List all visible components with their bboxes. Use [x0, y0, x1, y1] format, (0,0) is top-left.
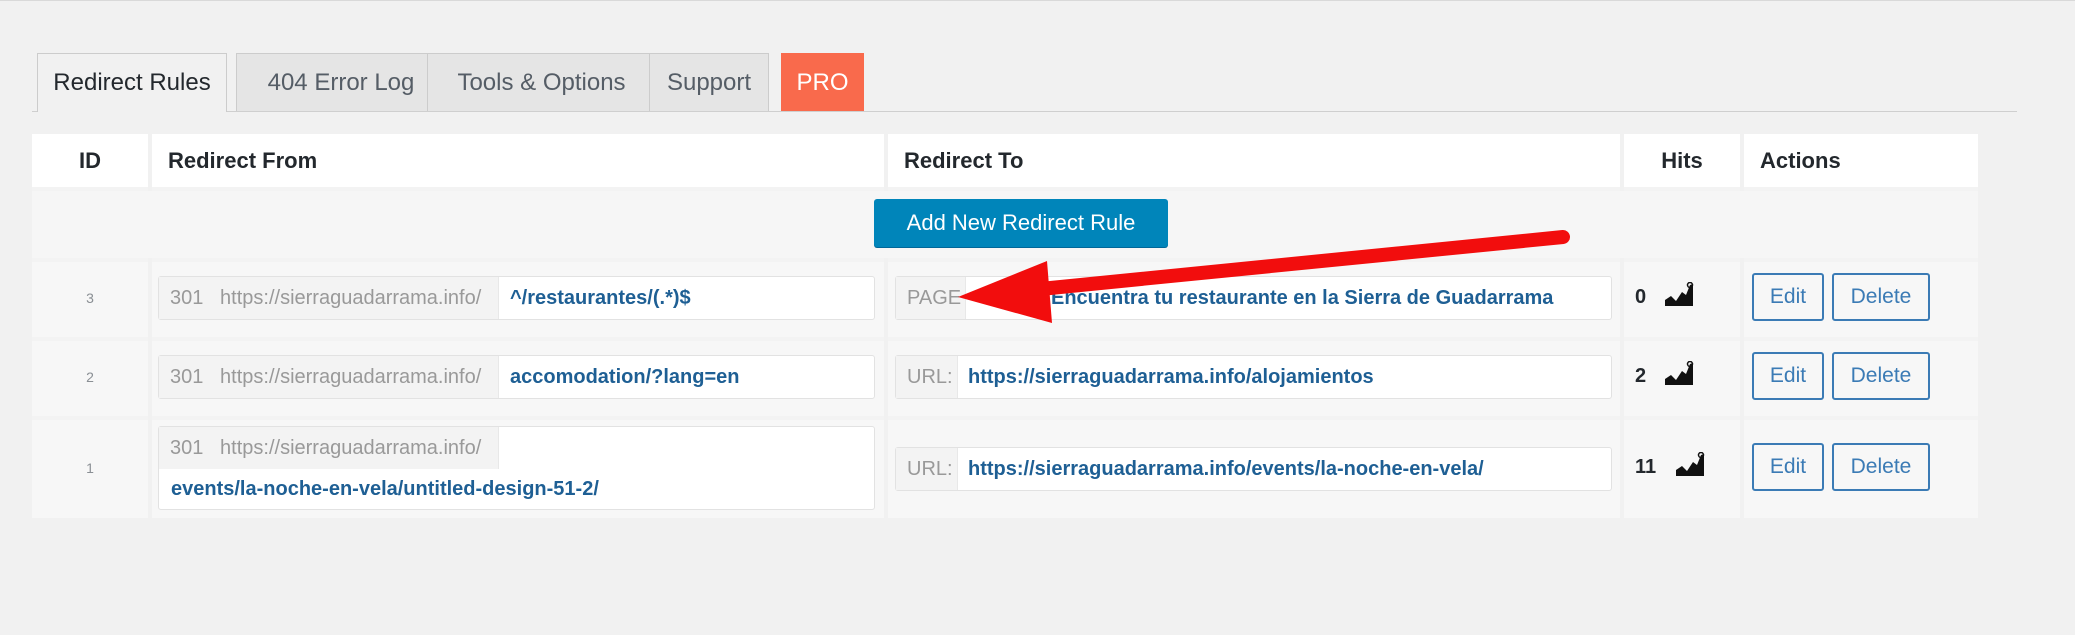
- stats-chart-icon[interactable]: [1664, 282, 1694, 308]
- row-id: 1: [86, 460, 94, 476]
- row-id: 2: [86, 369, 94, 385]
- delete-button[interactable]: Delete: [1832, 273, 1930, 321]
- header-hits: Hits: [1624, 134, 1740, 187]
- redirect-from-value: ^/restaurantes/(.*)$: [510, 287, 691, 309]
- redirects-table: ID Redirect From Redirect To Hits Action…: [32, 134, 1978, 518]
- tab-404-error-log[interactable]: 404 Error Log: [236, 53, 446, 111]
- top-border: [0, 0, 2075, 1]
- redirect-to-value: https://sierraguadarrama.info/events/la-…: [968, 458, 1484, 480]
- redirect-from-value: accomodation/?lang=en: [510, 366, 740, 388]
- edit-button[interactable]: Edit: [1752, 443, 1824, 491]
- redirect-from-prefix: 301 https://sierraguadarrama.info/: [159, 427, 499, 469]
- redirect-from-field[interactable]: 301 https://sierraguadarrama.info/ event…: [158, 426, 875, 510]
- header-id: ID: [32, 134, 148, 187]
- hits-count: 11: [1635, 456, 1657, 478]
- hits-count: 2: [1635, 365, 1647, 387]
- header-actions: Actions: [1744, 134, 1978, 187]
- redirect-from-prefix: 301 https://sierraguadarrama.info/: [159, 277, 499, 319]
- redirect-to-type: URL:: [896, 356, 958, 398]
- nav-tabs: Redirect Rules 404 Error Log Tools & Opt…: [32, 53, 2017, 112]
- edit-button[interactable]: Edit: [1752, 352, 1824, 400]
- delete-button[interactable]: Delete: [1832, 443, 1930, 491]
- tab-pro[interactable]: PRO: [781, 53, 864, 111]
- redirect-to-field[interactable]: PAGE Encuentra tu restaurante en la Sier…: [895, 276, 1612, 320]
- delete-button[interactable]: Delete: [1832, 352, 1930, 400]
- stats-chart-icon[interactable]: [1675, 452, 1705, 478]
- tab-tools-options[interactable]: Tools & Options: [427, 53, 656, 111]
- redirect-from-prefix: 301 https://sierraguadarrama.info/: [159, 356, 499, 398]
- redirect-to-type: PAGE: [896, 277, 966, 319]
- tab-redirect-rules[interactable]: Redirect Rules: [37, 53, 227, 112]
- redirect-from-field[interactable]: 301 https://sierraguadarrama.info/ accom…: [158, 355, 875, 399]
- tab-support[interactable]: Support: [649, 53, 769, 111]
- redirect-to-value: https://sierraguadarrama.info/alojamient…: [968, 366, 1374, 388]
- redirect-from-value: events/la-noche-en-vela/untitled-design-…: [171, 478, 599, 500]
- hits-count: 0: [1635, 286, 1647, 308]
- redirect-from-field[interactable]: 301 https://sierraguadarrama.info/ ^/res…: [158, 276, 875, 320]
- stats-chart-icon[interactable]: [1664, 361, 1694, 387]
- row-id: 3: [86, 290, 94, 306]
- edit-button[interactable]: Edit: [1752, 273, 1824, 321]
- add-new-redirect-rule-button-face[interactable]: Add New Redirect Rule: [874, 199, 1168, 247]
- redirect-to-value: Encuentra tu restaurante en la Sierra de…: [1051, 287, 1554, 309]
- header-redirect-to: Redirect To: [888, 134, 1620, 187]
- header-redirect-from: Redirect From: [152, 134, 884, 187]
- redirect-to-field[interactable]: URL: https://sierraguadarrama.info/aloja…: [895, 355, 1612, 399]
- redirect-to-field[interactable]: URL: https://sierraguadarrama.info/event…: [895, 447, 1612, 491]
- redirect-to-type: URL:: [896, 448, 958, 490]
